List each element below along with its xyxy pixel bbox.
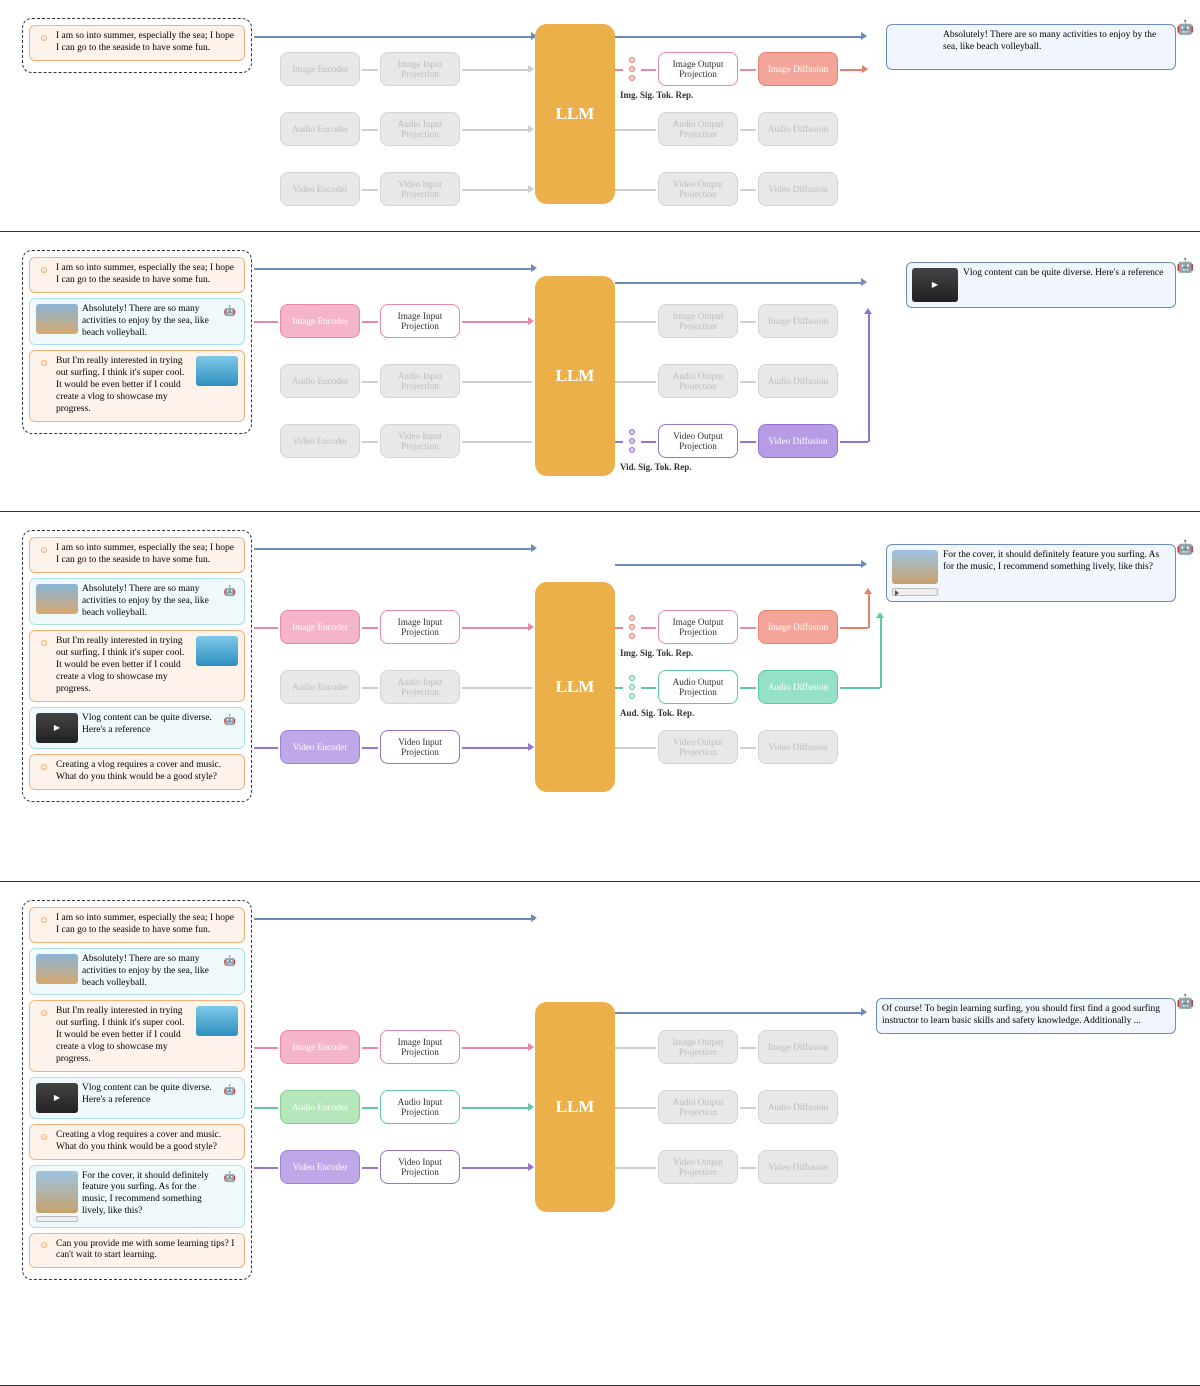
output-bubble: For the cover, it should definitely feat… [886, 544, 1176, 602]
vid-tok-label: Vid. Sig. Tok. Rep. [620, 462, 691, 472]
image-output-projection: Image Output Projection [658, 52, 738, 86]
llm-block: LLM [535, 24, 615, 204]
output-video-thumb [912, 268, 958, 302]
bot-msg: Absolutely! There are so many activities… [29, 298, 245, 346]
robot-avatar-icon: 🤖 [1177, 20, 1194, 37]
audio-encoder: Audio Encoder [280, 112, 360, 146]
aud-sig-tokens [624, 670, 640, 704]
img-sig-tokens [624, 52, 640, 86]
panel-4: ☺I am so into summer, especially the sea… [0, 882, 1200, 1386]
image-encoder: Image Encoder [280, 304, 360, 338]
image-diffusion: Image Diffusion [758, 52, 838, 86]
panel-2: ☺I am so into summer, especially the sea… [0, 232, 1200, 512]
output-text: Of course! To begin learning surfing, yo… [882, 1004, 1170, 1028]
audio-input-projection: Audio Input Projection [380, 112, 460, 146]
image-input-projection: Image Input Projection [380, 52, 460, 86]
user-msg: ☺I am so into summer, especially the sea… [29, 257, 245, 293]
output-text: Absolutely! There are so many activities… [943, 30, 1170, 64]
thumb-surf [196, 356, 238, 386]
img-sig-tokens [624, 610, 640, 644]
output-audio-bar [892, 588, 938, 596]
conversation-box: ☺I am so into summer, especially the sea… [22, 900, 252, 1280]
vid-sig-tokens [624, 424, 640, 458]
video-input-projection: Video Input Projection [380, 172, 460, 206]
output-bubble: Of course! To begin learning surfing, yo… [876, 998, 1176, 1034]
output-bubble: Vlog content can be quite diverse. Here'… [906, 262, 1176, 308]
image-encoder: Image Encoder [280, 52, 360, 86]
output-image-thumb [892, 30, 938, 64]
user-msg: ☺I am so into summer, especially the sea… [29, 25, 245, 61]
llm-block: LLM [535, 1002, 615, 1212]
img-tok-label: Img. Sig. Tok. Rep. [620, 90, 693, 100]
image-input-projection: Image Input Projection [380, 304, 460, 338]
robot-avatar-icon: 🤖 [1177, 258, 1194, 275]
conversation-box: ☺I am so into summer, especially the sea… [22, 18, 252, 73]
llm-block: LLM [535, 582, 615, 792]
robot-avatar-icon: 🤖 [222, 304, 238, 320]
thumb-beach [36, 304, 78, 334]
robot-avatar-icon: 🤖 [1177, 540, 1194, 557]
user-msg: ☺But I'm really interested in trying out… [29, 350, 245, 421]
panel-3: ☺I am so into summer, especially the sea… [0, 512, 1200, 882]
output-bubble: Absolutely! There are so many activities… [886, 24, 1176, 70]
conversation-box: ☺I am so into summer, especially the sea… [22, 530, 252, 802]
audio-output-projection: Audio Output Projection [658, 112, 738, 146]
video-output-projection: Video Output Projection [658, 172, 738, 206]
output-text: For the cover, it should definitely feat… [943, 550, 1170, 596]
output-text: Vlog content can be quite diverse. Here'… [963, 268, 1170, 302]
user-avatar-icon: ☺ [36, 31, 52, 47]
output-image-thumb [892, 550, 938, 584]
panel-1: ☺I am so into summer, especially the sea… [0, 0, 1200, 232]
audio-diffusion: Audio Diffusion [758, 112, 838, 146]
llm-label: LLM [556, 104, 595, 124]
conversation-box: ☺I am so into summer, especially the sea… [22, 250, 252, 434]
robot-avatar-icon: 🤖 [1177, 994, 1194, 1011]
video-encoder: Video Encoder [280, 172, 360, 206]
arrow-text-to-llm [254, 36, 535, 38]
llm-block: LLM [535, 276, 615, 476]
video-diffusion: Video Diffusion [758, 424, 838, 458]
video-diffusion: Video Diffusion [758, 172, 838, 206]
msg-text: I am so into summer, especially the sea;… [56, 31, 238, 55]
video-output-projection: Video Output Projection [658, 424, 738, 458]
